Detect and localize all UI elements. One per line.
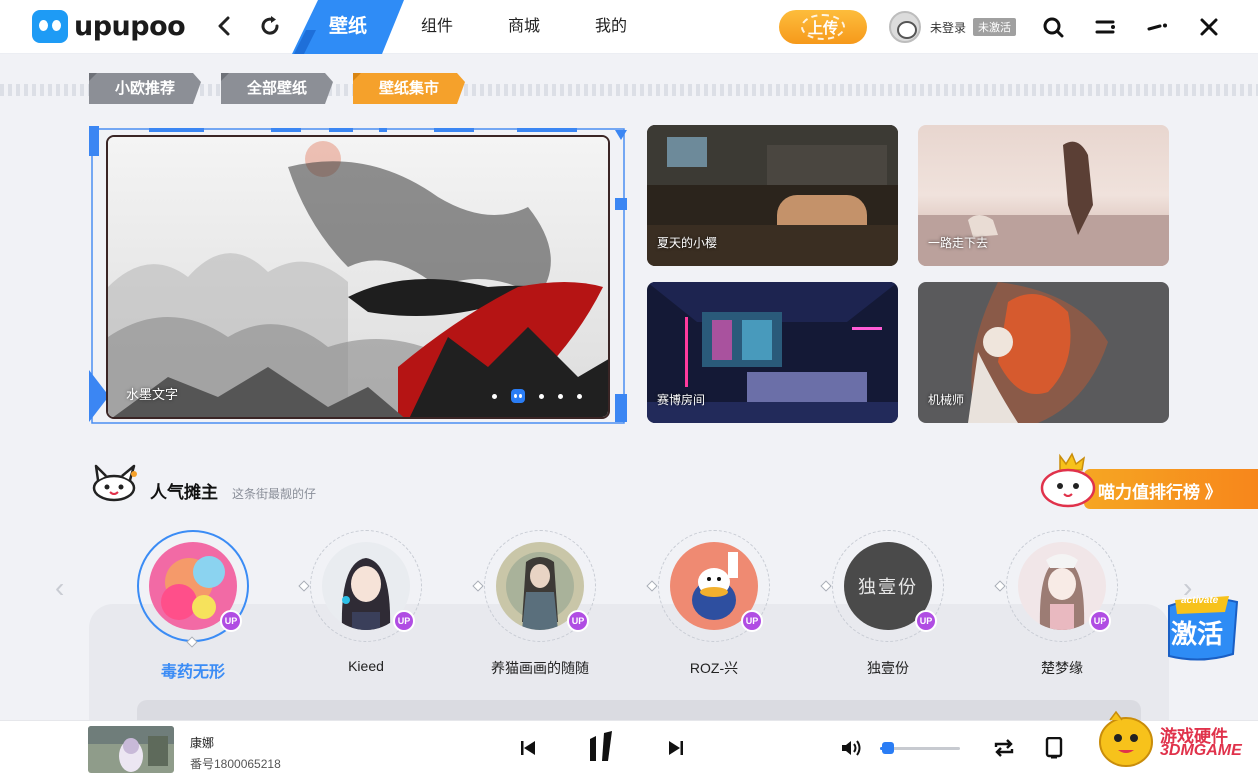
- wallpaper-card[interactable]: 机械师: [918, 282, 1169, 423]
- upload-ring: 上传: [801, 14, 845, 40]
- now-playing-id: 番号1800065218: [190, 757, 281, 771]
- top-bar: upupoo 壁纸 组件 商城 我的 上传 未登录 未激活: [0, 0, 1258, 54]
- now-playing-thumbnail[interactable]: [88, 726, 174, 773]
- previous-icon[interactable]: [520, 740, 536, 761]
- diamond-icon: [646, 580, 658, 592]
- cat-section-icon: [92, 464, 137, 502]
- carousel-dot[interactable]: [577, 393, 582, 399]
- card-caption: 赛博房间: [657, 393, 706, 407]
- card-caption: 一路走下去: [928, 236, 989, 250]
- carousel-dot[interactable]: [558, 393, 563, 399]
- banner-caption: 水墨文字: [126, 387, 179, 402]
- creator-card[interactable]: UP Kieed: [298, 530, 426, 680]
- carousel-dots: [492, 389, 582, 403]
- search-icon[interactable]: [1040, 14, 1066, 40]
- carousel-dot[interactable]: [539, 393, 544, 399]
- creator-card[interactable]: UP 养猫画画的随随: [472, 530, 600, 680]
- up-badge: UP: [567, 610, 589, 632]
- creator-card[interactable]: UP 楚梦缘: [994, 530, 1122, 680]
- pause-icon[interactable]: [588, 731, 614, 768]
- card-caption: 机械师: [928, 393, 965, 407]
- mobile-icon[interactable]: [1045, 736, 1063, 764]
- tab-wallpaper[interactable]: 壁纸: [292, 0, 404, 54]
- avatar-text: 独壹份: [858, 577, 918, 598]
- logo-icon: [32, 10, 68, 43]
- creator-name[interactable]: 楚梦缘: [982, 658, 1142, 678]
- subtab-all-label: 全部壁纸: [246, 80, 307, 97]
- subtab-recommend[interactable]: 小欧推荐: [89, 73, 201, 104]
- prev-arrow-icon[interactable]: ‹: [55, 572, 64, 604]
- logo-text: upupoo: [74, 11, 186, 42]
- upload-button[interactable]: 上传: [779, 10, 867, 44]
- activate-label: 激活: [1171, 619, 1224, 649]
- tab-wallpaper-label: 壁纸: [328, 16, 367, 37]
- up-badge: UP: [220, 610, 242, 632]
- up-badge: UP: [741, 610, 763, 632]
- tab-mine[interactable]: 我的: [595, 0, 627, 54]
- section-title: 人气摊主: [150, 483, 218, 502]
- activation-badge[interactable]: 未激活: [973, 18, 1016, 36]
- minimize-icon[interactable]: [1144, 14, 1170, 40]
- menu-icon[interactable]: [1092, 14, 1118, 40]
- creator-card[interactable]: UP ROZ-兴: [646, 530, 774, 680]
- diamond-icon: [298, 580, 310, 592]
- user-avatar[interactable]: [889, 11, 921, 43]
- carousel-dot-active[interactable]: [511, 389, 525, 403]
- card-caption: 夏天的小樱: [657, 236, 718, 250]
- creator-name[interactable]: ROZ-兴: [634, 658, 794, 678]
- section-subtitle: 这条街最靓的仔: [232, 487, 317, 501]
- volume-icon[interactable]: [840, 738, 862, 763]
- volume-handle[interactable]: [882, 742, 894, 754]
- creator-name[interactable]: 独壹份: [808, 658, 968, 678]
- subtab-all-wallpapers[interactable]: 全部壁纸: [221, 73, 333, 104]
- activate-button[interactable]: activate 激活: [1163, 592, 1241, 664]
- creator-name[interactable]: Kieed: [286, 658, 446, 674]
- creator-card[interactable]: 独壹份 UP 独壹份: [820, 530, 948, 680]
- subtab-market[interactable]: 壁纸集市: [353, 73, 465, 104]
- tab-widgets[interactable]: 组件: [421, 0, 453, 54]
- wallpaper-card[interactable]: 一路走下去: [918, 125, 1169, 266]
- diamond-icon: [820, 580, 832, 592]
- loop-icon[interactable]: [993, 738, 1015, 763]
- subtab-recommend-label: 小欧推荐: [114, 80, 175, 97]
- next-icon[interactable]: [668, 740, 684, 761]
- back-icon[interactable]: [212, 14, 236, 38]
- now-playing-title: 康娜: [190, 736, 215, 750]
- creator-card[interactable]: UP 毒药无形: [133, 530, 253, 681]
- carousel-dot[interactable]: [492, 393, 497, 399]
- diamond-icon: [472, 580, 484, 592]
- up-badge: UP: [1089, 610, 1111, 632]
- tab-store[interactable]: 商城: [508, 0, 540, 54]
- refresh-icon[interactable]: [258, 14, 282, 38]
- ranking-button[interactable]: 喵力值排行榜 》: [1036, 452, 1258, 510]
- banner-image: [108, 137, 608, 417]
- ranking-label: 喵力值排行榜 》: [1098, 483, 1222, 502]
- upload-label: 上传: [807, 19, 838, 37]
- wallpaper-card[interactable]: 夏天的小樱: [647, 125, 898, 266]
- diamond-icon: [994, 580, 1006, 592]
- login-status[interactable]: 未登录: [930, 19, 966, 36]
- crown-cat-icon: [1040, 452, 1096, 508]
- close-icon[interactable]: [1196, 14, 1222, 40]
- up-badge: UP: [915, 610, 937, 632]
- featured-banner[interactable]: 水墨文字: [106, 135, 610, 419]
- volume-slider[interactable]: [880, 742, 960, 754]
- up-badge: UP: [393, 610, 415, 632]
- subtab-market-label: 壁纸集市: [378, 80, 439, 97]
- creator-name[interactable]: 毒药无形: [113, 658, 273, 682]
- activate-sub: activate: [1181, 595, 1219, 606]
- watermark-brand: 3DMGAME: [1160, 742, 1242, 759]
- app-logo[interactable]: upupoo: [32, 10, 186, 43]
- wallpaper-card[interactable]: 赛博房间: [647, 282, 898, 423]
- player-bar: 康娜 番号1800065218: [0, 720, 1258, 776]
- creator-name[interactable]: 养猫画画的随随: [460, 658, 620, 678]
